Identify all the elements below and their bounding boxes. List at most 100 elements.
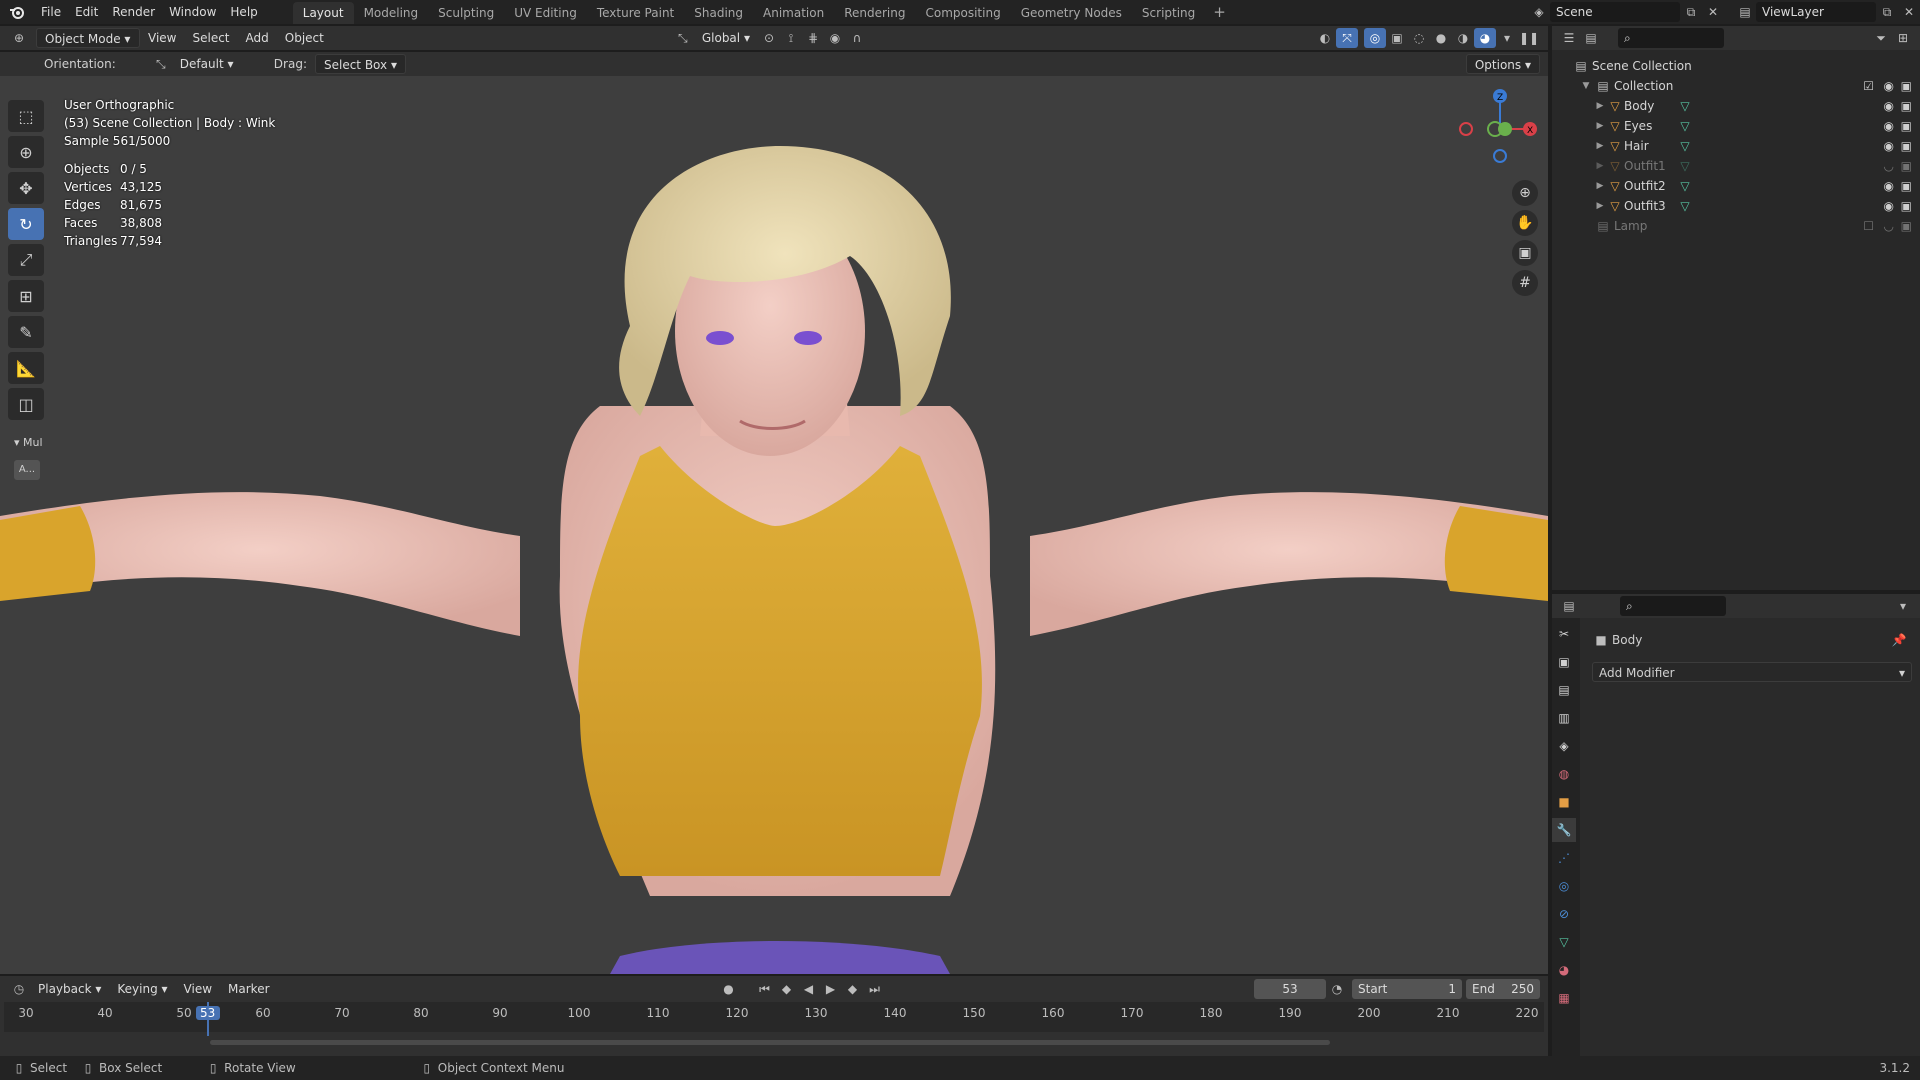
camera-icon[interactable]: ▣ — [1901, 219, 1912, 233]
delete-scene-icon[interactable]: ✕ — [1702, 2, 1724, 22]
pause-icon[interactable]: ❚❚ — [1518, 28, 1540, 48]
camera-icon[interactable]: ▣ — [1901, 159, 1912, 173]
eye-closed-icon[interactable]: ◡ — [1884, 219, 1894, 233]
expand-icon[interactable]: ▶ — [1594, 161, 1606, 171]
scene-icon[interactable]: ◈ — [1528, 2, 1550, 22]
modifier-tab-icon[interactable]: 🔧 — [1552, 818, 1576, 842]
new-scene-icon[interactable]: ⧉ — [1680, 2, 1702, 22]
expand-icon[interactable]: ▶ — [1594, 141, 1606, 151]
object-tab-icon[interactable]: ■ — [1552, 790, 1576, 814]
material-shading-icon[interactable]: ◑ — [1452, 28, 1474, 48]
stopwatch-icon[interactable]: ◔ — [1326, 979, 1348, 999]
outliner-item[interactable]: ▶ ▽ Outfit2 ▽ ◉ ▣ — [1552, 176, 1920, 196]
outliner-scene-collection[interactable]: ▤ Scene Collection — [1552, 56, 1920, 76]
prev-keyframe-icon[interactable]: ◆ — [776, 979, 798, 999]
mesh-data-icon[interactable]: ▽ — [1676, 119, 1694, 133]
outliner-item[interactable]: ▶ ▽ Outfit1 ▽ ◡ ▣ — [1552, 156, 1920, 176]
drag-dropdown[interactable]: Select Box ▾ — [314, 54, 406, 74]
mesh-data-icon[interactable]: ▽ — [1676, 99, 1694, 113]
record-icon[interactable]: ● — [718, 979, 740, 999]
outliner-search-input[interactable]: ⌕ — [1618, 28, 1724, 48]
proportional-edit-icon[interactable]: ◉ — [824, 28, 846, 48]
camera-icon[interactable]: ▣ — [1901, 179, 1912, 193]
shading-options-icon[interactable]: ▾ — [1496, 28, 1518, 48]
physics-tab-icon[interactable]: ◎ — [1552, 874, 1576, 898]
visibility-icon[interactable]: ◐ — [1314, 28, 1336, 48]
outliner-item[interactable]: ▶ ▽ Eyes ▽ ◉ ▣ — [1552, 116, 1920, 136]
toolbar-panel-button[interactable]: A... — [14, 460, 40, 480]
menu-select[interactable]: Select — [184, 28, 237, 48]
expand-icon[interactable]: ▼ — [1580, 81, 1592, 91]
timeline-editor-icon[interactable]: ◷ — [8, 979, 30, 999]
editor-type-icon[interactable]: ⊕ — [8, 28, 30, 48]
tab-scripting[interactable]: Scripting — [1132, 2, 1205, 24]
tab-compositing[interactable]: Compositing — [915, 2, 1010, 24]
rendered-shading-icon[interactable]: ◕ — [1474, 28, 1496, 48]
falloff-icon[interactable]: ∩ — [846, 28, 868, 48]
material-tab-icon[interactable]: ◕ — [1552, 958, 1576, 982]
render-tab-icon[interactable]: ▣ — [1552, 650, 1576, 674]
transform-tool[interactable]: ⊞ — [8, 280, 44, 312]
camera-icon[interactable]: ▣ — [1512, 240, 1538, 266]
play-reverse-icon[interactable]: ◀ — [798, 979, 820, 999]
rotate-tool[interactable]: ↻ — [8, 208, 44, 240]
orientation-dropdown[interactable]: Default ▾ — [172, 54, 262, 74]
expand-icon[interactable]: ▶ — [1594, 181, 1606, 191]
zoom-icon[interactable]: ⊕ — [1512, 180, 1538, 206]
eye-icon[interactable]: ◉ — [1884, 139, 1894, 153]
outliner-item[interactable]: ▶ ▽ Body ▽ ◉ ▣ — [1552, 96, 1920, 116]
scene-name-field[interactable]: Scene — [1550, 2, 1680, 22]
tab-sculpting[interactable]: Sculpting — [428, 2, 504, 24]
delete-view-layer-icon[interactable]: ✕ — [1898, 2, 1920, 22]
menu-window[interactable]: Window — [162, 0, 223, 24]
camera-icon[interactable]: ▣ — [1901, 139, 1912, 153]
toolbar-panel[interactable]: ▾ Mul — [14, 436, 43, 449]
tool-tab-icon[interactable]: ✂ — [1552, 622, 1576, 646]
properties-search-input[interactable]: ⌕ — [1620, 596, 1726, 616]
current-frame-field[interactable]: 53 — [1254, 979, 1326, 999]
view-layer-field[interactable]: ViewLayer — [1756, 2, 1876, 22]
annotate-tool[interactable]: ✎ — [8, 316, 44, 348]
solid-shading-icon[interactable]: ● — [1430, 28, 1452, 48]
tab-shading[interactable]: Shading — [684, 2, 753, 24]
view-layer-icon[interactable]: ▤ — [1734, 2, 1756, 22]
outliner-lamp-collection[interactable]: ▤ Lamp ☐ ◡ ▣ — [1552, 216, 1920, 236]
wireframe-shading-icon[interactable]: ◌ — [1408, 28, 1430, 48]
view-layer-tab-icon[interactable]: ▥ — [1552, 706, 1576, 730]
outliner-item[interactable]: ▶ ▽ Outfit3 ▽ ◉ ▣ — [1552, 196, 1920, 216]
tab-texture-paint[interactable]: Texture Paint — [587, 2, 684, 24]
display-mode-icon[interactable]: ▤ — [1580, 28, 1602, 48]
menu-help[interactable]: Help — [223, 0, 264, 24]
eye-icon[interactable]: ◉ — [1884, 179, 1894, 193]
tab-layout[interactable]: Layout — [292, 2, 354, 24]
scale-tool[interactable]: ⤢ — [8, 244, 44, 276]
add-modifier-dropdown[interactable]: Add Modifier ▾ — [1592, 662, 1912, 682]
mesh-data-icon[interactable]: ▽ — [1676, 159, 1694, 173]
properties-editor-icon[interactable]: ▤ — [1558, 596, 1580, 616]
cursor-tool[interactable]: ⊕ — [8, 136, 44, 168]
mesh-data-icon[interactable]: ▽ — [1676, 199, 1694, 213]
snap-icon[interactable]: ⟟ — [780, 28, 802, 48]
pin-icon[interactable]: 📌 — [1888, 630, 1910, 650]
menu-render[interactable]: Render — [105, 0, 162, 24]
add-cube-tool[interactable]: ◫ — [8, 388, 44, 420]
select-box-tool[interactable]: ⬚ — [8, 100, 44, 132]
outliner-editor-icon[interactable]: ☰ — [1558, 28, 1580, 48]
gizmo-toggle-icon[interactable]: ⤧ — [1336, 28, 1358, 48]
camera-icon[interactable]: ▣ — [1901, 99, 1912, 113]
checkbox-icon[interactable]: ☐ — [1863, 219, 1874, 233]
3d-viewport[interactable]: User Orthographic (53) Scene Collection … — [0, 76, 1548, 974]
jump-end-icon[interactable]: ⏭ — [864, 979, 886, 999]
eye-icon[interactable]: ◉ — [1884, 119, 1894, 133]
blender-logo-icon[interactable] — [0, 0, 34, 24]
data-tab-icon[interactable]: ▽ — [1552, 930, 1576, 954]
timeline-menu-playback[interactable]: Playback ▾ — [30, 979, 109, 999]
eye-icon[interactable]: ◉ — [1884, 79, 1894, 93]
timeline-menu-view[interactable]: View — [176, 979, 220, 999]
eye-icon[interactable]: ◉ — [1884, 99, 1894, 113]
tab-modeling[interactable]: Modeling — [354, 2, 429, 24]
play-icon[interactable]: ▶ — [820, 979, 842, 999]
overlay-toggle-icon[interactable]: ◎ — [1364, 28, 1386, 48]
new-collection-icon[interactable]: ⊞ — [1892, 28, 1914, 48]
timeline-scrollbar[interactable] — [210, 1040, 1330, 1045]
